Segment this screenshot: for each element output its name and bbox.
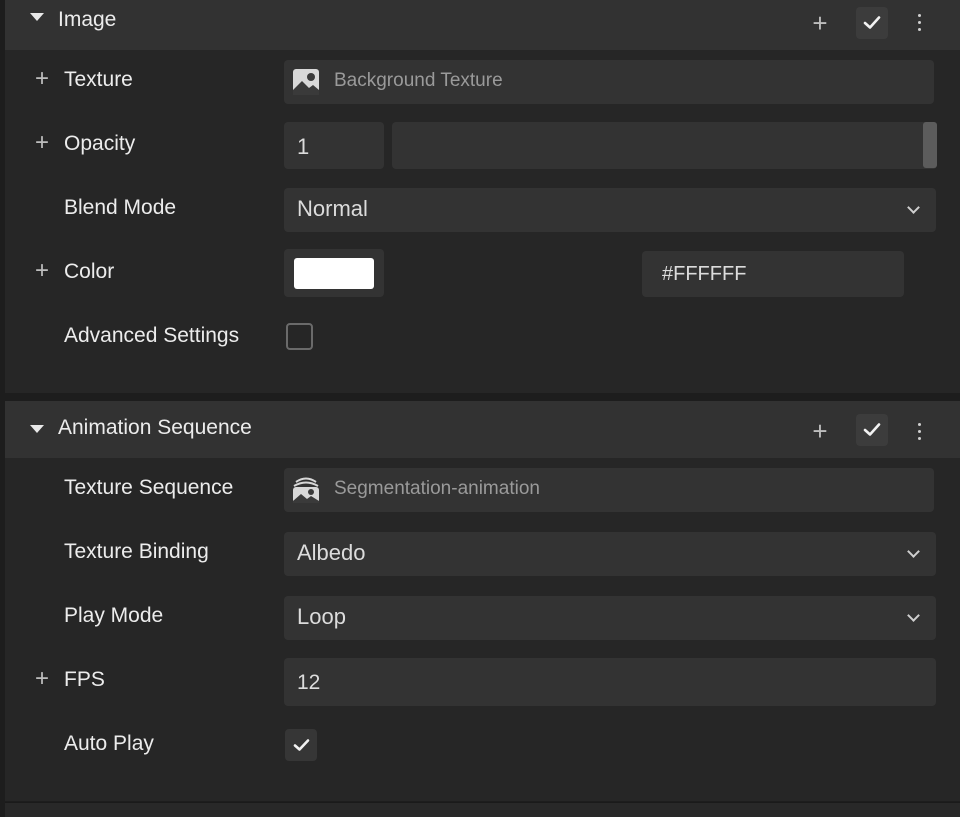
texture-sequence-label: Texture Sequence bbox=[64, 476, 234, 499]
fps-input[interactable]: 12 bbox=[284, 658, 936, 706]
blend-mode-dropdown[interactable]: Normal bbox=[284, 188, 936, 232]
kebab-menu-icon[interactable] bbox=[915, 423, 923, 445]
fps-label: FPS bbox=[64, 668, 105, 691]
texture-field[interactable]: Background Texture bbox=[284, 60, 934, 104]
add-icon[interactable]: + bbox=[809, 418, 831, 444]
color-swatch bbox=[294, 258, 374, 289]
image-component-panel: Image + + Texture Background Texture + O… bbox=[5, 0, 960, 393]
check-icon bbox=[863, 423, 881, 436]
enabled-toggle[interactable] bbox=[856, 414, 888, 446]
image-sequence-icon bbox=[293, 477, 319, 503]
auto-play-label: Auto Play bbox=[64, 732, 154, 755]
play-mode-label: Play Mode bbox=[64, 604, 164, 627]
texture-label: Texture bbox=[64, 68, 133, 91]
blend-mode-value: Normal bbox=[297, 196, 368, 221]
check-icon bbox=[863, 16, 881, 29]
chevron-down-icon bbox=[907, 545, 920, 558]
opacity-slider[interactable] bbox=[392, 122, 937, 169]
caret-down-icon[interactable] bbox=[30, 13, 44, 21]
texture-sequence-field[interactable]: Segmentation-animation bbox=[284, 468, 934, 512]
panel-title: Animation Sequence bbox=[58, 416, 252, 439]
slider-thumb[interactable] bbox=[923, 122, 937, 168]
auto-play-checkbox[interactable] bbox=[285, 729, 317, 761]
animation-sequence-panel: Animation Sequence + Texture Sequence Se… bbox=[5, 401, 960, 801]
color-hex-value: #FFFFFF bbox=[662, 263, 747, 285]
chevron-down-icon bbox=[907, 201, 920, 214]
image-panel-header[interactable]: Image + bbox=[5, 0, 960, 50]
color-swatch-button[interactable] bbox=[284, 249, 384, 297]
add-icon[interactable]: + bbox=[35, 67, 49, 91]
texture-value: Background Texture bbox=[334, 70, 503, 91]
fps-value: 12 bbox=[297, 671, 321, 694]
add-icon[interactable]: + bbox=[35, 259, 49, 283]
panel-title: Image bbox=[58, 8, 117, 31]
opacity-value: 1 bbox=[297, 134, 310, 159]
caret-down-icon[interactable] bbox=[30, 425, 44, 433]
add-icon[interactable]: + bbox=[35, 667, 49, 691]
add-icon[interactable]: + bbox=[35, 131, 49, 155]
enabled-toggle[interactable] bbox=[856, 7, 888, 39]
texture-binding-value: Albedo bbox=[297, 540, 366, 565]
advanced-settings-label: Advanced Settings bbox=[64, 324, 240, 347]
texture-sequence-value: Segmentation-animation bbox=[334, 478, 540, 499]
texture-binding-label: Texture Binding bbox=[64, 540, 209, 563]
color-hex-input[interactable]: #FFFFFF bbox=[642, 251, 904, 297]
opacity-label: Opacity bbox=[64, 132, 136, 155]
add-icon[interactable]: + bbox=[809, 10, 831, 36]
advanced-settings-checkbox[interactable] bbox=[286, 323, 313, 350]
play-mode-value: Loop bbox=[297, 604, 346, 629]
next-panel-edge bbox=[5, 802, 960, 817]
blend-mode-label: Blend Mode bbox=[64, 196, 177, 219]
image-icon bbox=[293, 69, 319, 95]
chevron-down-icon bbox=[907, 609, 920, 622]
kebab-menu-icon[interactable] bbox=[915, 14, 923, 36]
animation-panel-header[interactable]: Animation Sequence + bbox=[5, 401, 960, 458]
opacity-input[interactable]: 1 bbox=[284, 122, 384, 169]
texture-binding-dropdown[interactable]: Albedo bbox=[284, 532, 936, 576]
color-label: Color bbox=[64, 260, 115, 283]
play-mode-dropdown[interactable]: Loop bbox=[284, 596, 936, 640]
check-icon bbox=[293, 739, 310, 751]
